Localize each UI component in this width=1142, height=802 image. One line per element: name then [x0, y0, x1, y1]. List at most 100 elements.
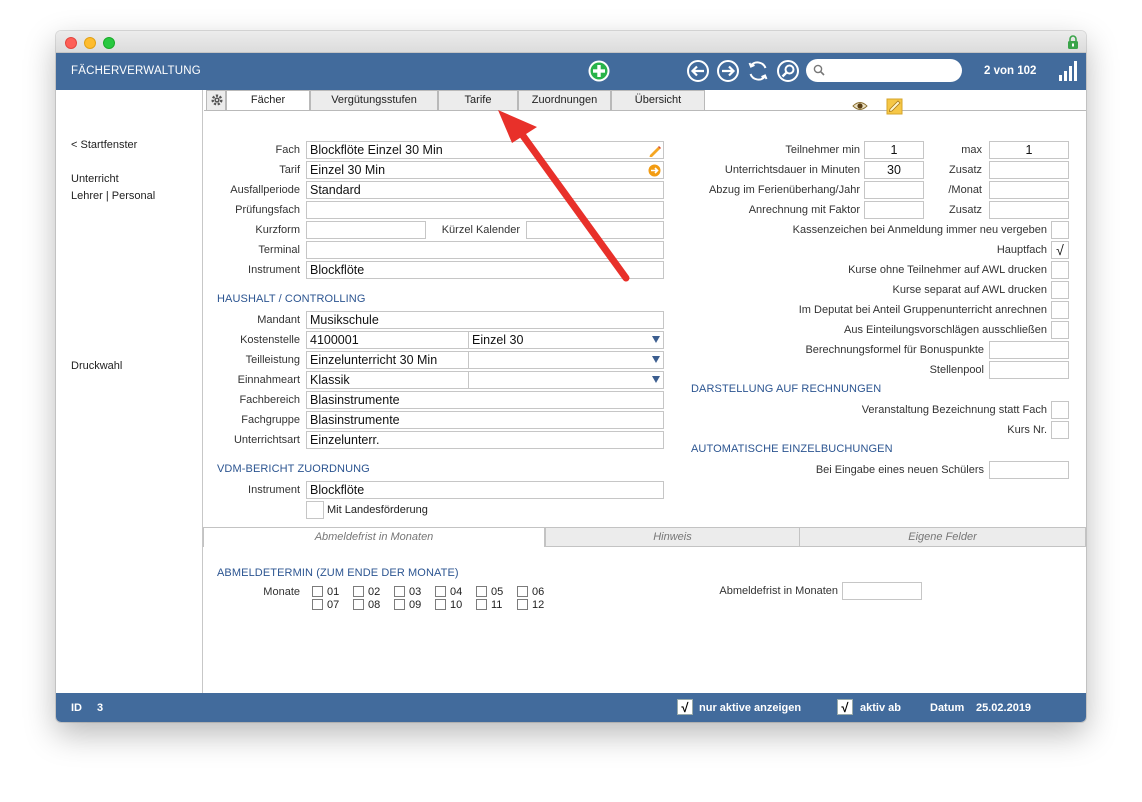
aktiv-ab-checkbox[interactable]: √ — [837, 699, 853, 715]
aktive-checkbox[interactable]: √ — [677, 699, 693, 715]
instrument-field[interactable]: Blockflöte — [306, 261, 664, 279]
sidebar-link-lehrer-personal[interactable]: Lehrer | Personal — [71, 190, 155, 202]
neuer-schueler-field[interactable] — [989, 461, 1069, 479]
teilleistung-field[interactable]: Einzelunterricht 30 Min — [306, 351, 469, 369]
max-label: max — [961, 144, 982, 156]
sidebar: < Startfenster Unterricht Lehrer | Perso… — [56, 90, 203, 693]
tarif-value: Einzel 30 Min — [310, 163, 386, 177]
forward-icon[interactable] — [716, 59, 740, 83]
search-icon[interactable] — [776, 59, 800, 83]
monat-field[interactable] — [989, 181, 1069, 199]
subtab-abmeldefrist[interactable]: Abmeldefrist in Monaten — [203, 527, 545, 547]
kassenzeichen-checkbox[interactable] — [1051, 221, 1069, 239]
eye-icon[interactable] — [852, 100, 868, 112]
veranstaltung-checkbox[interactable] — [1051, 401, 1069, 419]
kurzform-label: Kurzform — [255, 224, 300, 236]
kurse-ohne-teilnehmer-checkbox[interactable] — [1051, 261, 1069, 279]
kurse-separat-checkbox[interactable] — [1051, 281, 1069, 299]
terminal-field[interactable] — [306, 241, 664, 259]
sidebar-link-druckwahl[interactable]: Druckwahl — [71, 360, 122, 372]
kurzform-field[interactable] — [306, 221, 426, 239]
fachgruppe-label: Fachgruppe — [241, 414, 300, 426]
unterrichtsdauer-field[interactable]: 30 — [864, 161, 924, 179]
aktive-label: nur aktive anzeigen — [699, 702, 802, 714]
tab-uebersicht[interactable]: Übersicht — [611, 90, 705, 110]
kostenstelle-field[interactable]: 4100001 — [306, 331, 469, 349]
month-label: 08 — [368, 599, 381, 611]
sidebar-link-unterricht[interactable]: Unterricht — [71, 173, 119, 185]
subtab-hinweis[interactable]: Hinweis — [545, 527, 800, 547]
einnahmeart-select[interactable] — [468, 371, 664, 389]
deputat-checkbox[interactable] — [1051, 301, 1069, 319]
month-checkbox[interactable] — [517, 599, 528, 610]
ausschliessen-checkbox[interactable] — [1051, 321, 1069, 339]
tarif-label: Tarif — [279, 164, 300, 176]
month-checkbox[interactable] — [353, 599, 364, 610]
month-label: 03 — [409, 586, 422, 598]
anrechnung-field[interactable] — [864, 201, 924, 219]
einnahmeart-field[interactable]: Klassik — [306, 371, 469, 389]
close-window-button[interactable] — [65, 37, 77, 49]
tab-tarife[interactable]: Tarife — [438, 90, 518, 110]
tab-faecher[interactable]: Fächer — [226, 90, 310, 111]
arrow-circle-icon[interactable] — [648, 164, 661, 177]
refresh-icon[interactable] — [746, 59, 770, 83]
pencil-icon[interactable] — [648, 144, 661, 157]
kurse-ohne-teilnehmer-label: Kurse ohne Teilnehmer auf AWL drucken — [848, 264, 1047, 276]
tarif-field[interactable]: Einzel 30 Min — [306, 161, 664, 179]
kostenstelle-select[interactable]: Einzel 30 — [468, 331, 664, 349]
month-label: 05 — [491, 586, 504, 598]
fach-field[interactable]: Blockflöte Einzel 30 Min — [306, 141, 664, 159]
kursnr-checkbox[interactable] — [1051, 421, 1069, 439]
month-checkbox[interactable] — [312, 599, 323, 610]
subtab-eigene-felder[interactable]: Eigene Felder — [799, 527, 1086, 547]
back-icon[interactable] — [686, 59, 710, 83]
zoom-window-button[interactable] — [103, 37, 115, 49]
tab-zuordnungen[interactable]: Zuordnungen — [518, 90, 611, 110]
search-input[interactable] — [830, 62, 956, 79]
kassenzeichen-label: Kassenzeichen bei Anmeldung immer neu ve… — [792, 224, 1047, 236]
title-bar — [56, 31, 1086, 53]
minimize-window-button[interactable] — [84, 37, 96, 49]
zusatz2-field[interactable] — [989, 201, 1069, 219]
note-icon[interactable] — [886, 98, 903, 115]
vdm-section-title: VDM-BERICHT ZUORDNUNG — [217, 463, 370, 475]
unterrichtsart-field[interactable]: Einzelunterr. — [306, 431, 664, 449]
search-box[interactable] — [806, 59, 962, 82]
fachbereich-field[interactable]: Blasinstrumente — [306, 391, 664, 409]
month-checkbox[interactable] — [517, 586, 528, 597]
deputat-label: Im Deputat bei Anteil Gruppenunterricht … — [798, 304, 1047, 316]
month-checkbox[interactable] — [476, 599, 487, 610]
vdm-instrument-field[interactable]: Blockflöte — [306, 481, 664, 499]
zusatz-field[interactable] — [989, 161, 1069, 179]
ausfallperiode-field[interactable]: Standard — [306, 181, 664, 199]
einnahmeart-label: Einnahmeart — [237, 374, 300, 386]
month-checkbox[interactable] — [394, 599, 405, 610]
month-checkbox[interactable] — [476, 586, 487, 597]
month-checkbox[interactable] — [435, 599, 446, 610]
abmeldefrist-field[interactable] — [842, 582, 922, 600]
darstellung-section-title: DARSTELLUNG AUF RECHNUNGEN — [691, 383, 882, 395]
tab-verguetungsstufen[interactable]: Vergütungsstufen — [310, 90, 438, 110]
pruefungsfach-field[interactable] — [306, 201, 664, 219]
auto-section-title: AUTOMATISCHE EINZELBUCHUNGEN — [691, 443, 893, 455]
teilleistung-select[interactable] — [468, 351, 664, 369]
stellenpool-field[interactable] — [989, 361, 1069, 379]
sidebar-link-startfenster[interactable]: < Startfenster — [71, 139, 137, 151]
kuerzel-kalender-field[interactable] — [526, 221, 664, 239]
month-checkbox[interactable] — [394, 586, 405, 597]
fachgruppe-field[interactable]: Blasinstrumente — [306, 411, 664, 429]
abzug-field[interactable] — [864, 181, 924, 199]
settings-tab[interactable] — [206, 90, 226, 110]
add-icon[interactable] — [587, 59, 611, 83]
month-checkbox[interactable] — [312, 586, 323, 597]
month-checkbox[interactable] — [353, 586, 364, 597]
hauptfach-checkbox[interactable]: √ — [1051, 241, 1069, 259]
landesfoerderung-checkbox[interactable] — [306, 501, 324, 519]
max-field[interactable]: 1 — [989, 141, 1069, 159]
tab-divider — [204, 110, 1086, 111]
month-checkbox[interactable] — [435, 586, 446, 597]
teilnehmer-min-field[interactable]: 1 — [864, 141, 924, 159]
mandant-field[interactable]: Musikschule — [306, 311, 664, 329]
berechnungsformel-field[interactable] — [989, 341, 1069, 359]
